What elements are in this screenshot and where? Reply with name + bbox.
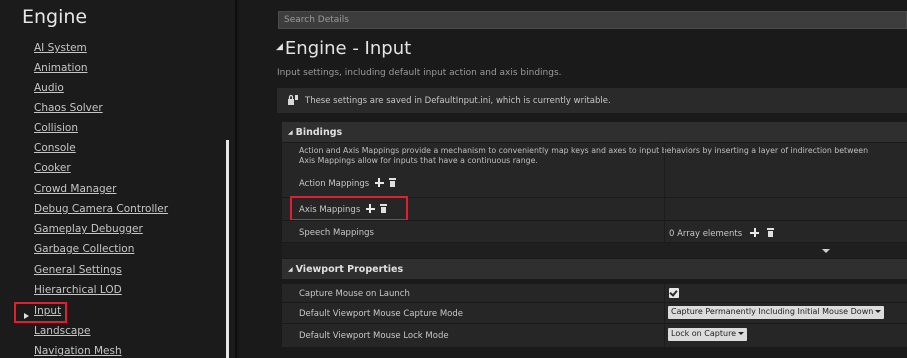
add-speech-mapping-plus-icon[interactable] xyxy=(750,228,760,237)
page-title: ◢ Engine - Input xyxy=(276,38,411,59)
sidebar-item-ai-system[interactable]: AI System xyxy=(34,42,87,54)
config-notice: These settings are saved in DefaultInput… xyxy=(277,88,907,113)
lock-mode-label: Default Viewport Mouse Lock Mode xyxy=(299,331,449,341)
page-title-text: Engine - Input xyxy=(284,38,412,59)
sidebar-item-chaos-solver[interactable]: Chaos Solver xyxy=(34,102,103,114)
bindings-desc-line2: Axis Mappings allow for inputs that have… xyxy=(299,155,538,165)
capture-mode-dropdown[interactable]: Capture Permanently Including Initial Mo… xyxy=(668,306,885,319)
capture-mode-label: Default Viewport Mouse Capture Mode xyxy=(299,309,463,319)
bindings-description: Action and Axis Mappings provide a mecha… xyxy=(299,146,868,165)
sidebar-item-collision[interactable]: Collision xyxy=(34,122,78,134)
speech-mappings-value: 0 Array elements xyxy=(669,228,775,239)
page-description: Input settings, including default input … xyxy=(277,68,562,78)
sidebar-item-hierarchical-lod[interactable]: Hierarchical LOD xyxy=(34,284,122,296)
column-splitter[interactable] xyxy=(664,283,665,347)
bindings-section-header[interactable]: ◢ Bindings xyxy=(282,122,907,142)
lock-icon xyxy=(288,94,298,105)
notice-text: These settings are saved in DefaultInput… xyxy=(305,96,611,106)
capture-mouse-label: Capture Mouse on Launch xyxy=(299,289,410,299)
collapse-triangle-icon: ◢ xyxy=(288,266,293,273)
capture-mouse-row: Capture Mouse on Launch xyxy=(282,283,907,302)
collapse-triangle-icon[interactable]: ◢ xyxy=(276,42,283,52)
lock-mode-dropdown[interactable]: Lock on Capture xyxy=(668,328,748,341)
sidebar-item-debug-camera-controller[interactable]: Debug Camera Controller xyxy=(34,203,168,215)
bindings-header-label: Bindings xyxy=(295,127,343,138)
sidebar-item-audio[interactable]: Audio xyxy=(34,82,64,94)
sidebar-item-general-settings[interactable]: General Settings xyxy=(34,264,122,276)
sidebar-item-animation[interactable]: Animation xyxy=(34,62,88,74)
sidebar-item-cooker[interactable]: Cooker xyxy=(34,162,71,174)
sidebar-scrollbar[interactable] xyxy=(226,140,229,358)
sidebar-item-navigation-mesh[interactable]: Navigation Mesh xyxy=(34,345,122,357)
sidebar-item-landscape[interactable]: Landscape xyxy=(34,325,90,337)
sidebar-item-gameplay-debugger[interactable]: Gameplay Debugger xyxy=(34,223,143,235)
chevron-down-icon xyxy=(875,310,882,313)
lock-mode-value: Lock on Capture xyxy=(671,329,737,338)
add-action-mapping-plus-icon[interactable] xyxy=(374,178,384,187)
capture-mouse-checkbox[interactable] xyxy=(669,288,679,298)
action-mappings-row: Action Mappings xyxy=(282,172,907,197)
speech-mappings-row: Speech Mappings 0 Array elements xyxy=(282,220,907,242)
highlight-box-input xyxy=(14,302,67,323)
column-splitter[interactable] xyxy=(664,142,665,242)
sidebar-item-garbage-collection[interactable]: Garbage Collection xyxy=(34,243,134,255)
bindings-desc-line1: Action and Axis Mappings provide a mecha… xyxy=(299,146,869,155)
clear-action-mappings-trash-icon[interactable] xyxy=(389,178,397,187)
collapse-triangle-icon: ◢ xyxy=(288,129,293,136)
sidebar-item-console[interactable]: Console xyxy=(34,142,76,154)
chevron-down-icon xyxy=(738,332,745,335)
speech-mappings-label: Speech Mappings xyxy=(299,228,374,238)
viewport-section-header[interactable]: ◢ Viewport Properties xyxy=(282,259,907,279)
capture-mode-value: Capture Permanently Including Initial Mo… xyxy=(671,307,874,316)
sidebar-title: Engine xyxy=(22,6,88,28)
settings-sidebar: Engine AI System Animation Audio Chaos S… xyxy=(0,0,237,358)
clear-speech-mappings-trash-icon[interactable] xyxy=(767,228,775,237)
advanced-expander-row[interactable] xyxy=(282,242,907,258)
search-details-input[interactable]: Search Details xyxy=(278,11,907,29)
highlight-box-axis-mappings xyxy=(290,196,408,221)
action-mappings-label: Action Mappings xyxy=(299,178,397,189)
lock-mode-row: Default Viewport Mouse Lock Mode xyxy=(282,323,907,347)
expand-advanced-arrow-icon[interactable] xyxy=(822,249,830,253)
panel-divider[interactable] xyxy=(235,0,237,358)
sidebar-item-crowd-manager[interactable]: Crowd Manager xyxy=(34,183,116,195)
viewport-header-label: Viewport Properties xyxy=(295,264,404,275)
